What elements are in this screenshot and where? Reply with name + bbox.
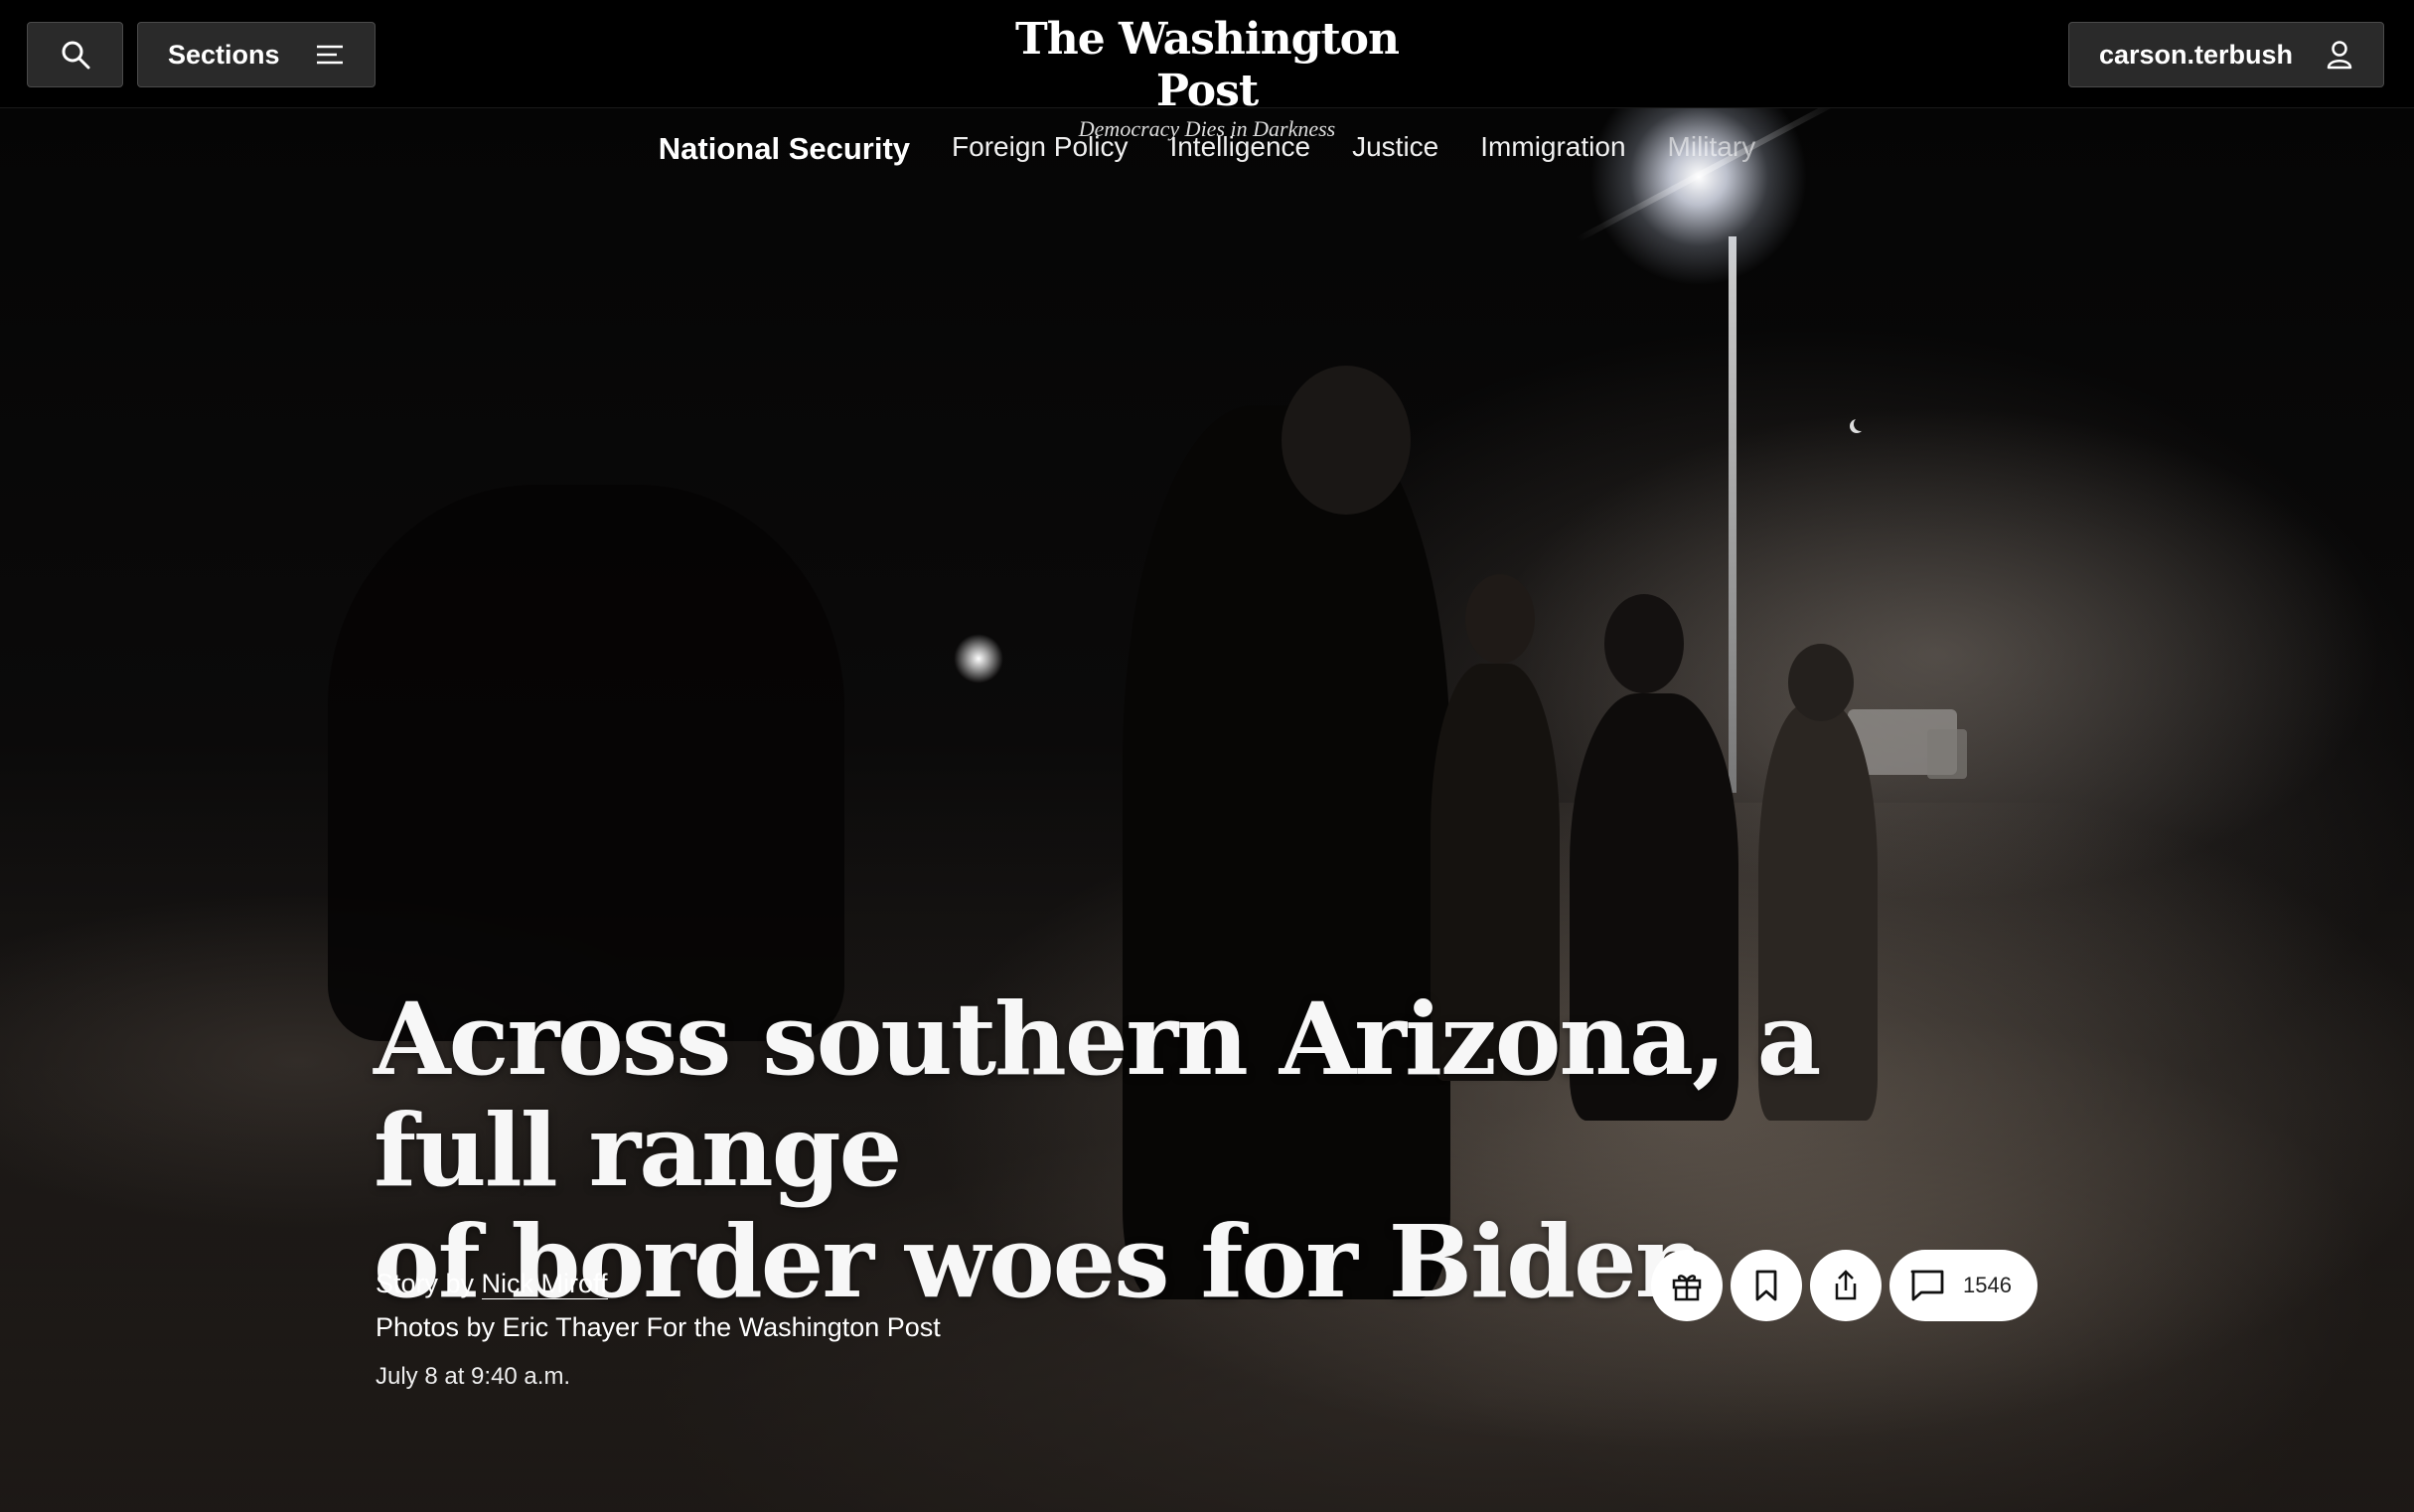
nav-national-security[interactable]: National Security (659, 131, 910, 167)
person-head (1604, 594, 1684, 693)
section-nav: National Security Foreign Policy Intelli… (0, 131, 2414, 167)
bookmark-button[interactable] (1731, 1250, 1802, 1321)
comment-icon (1909, 1269, 1945, 1302)
bookmark-icon (1752, 1269, 1780, 1302)
gift-article-button[interactable] (1651, 1250, 1723, 1321)
author-link[interactable]: Nick Miroff (481, 1269, 608, 1299)
distant-vehicle-2 (1927, 729, 1967, 779)
dark-figure (328, 485, 844, 1041)
gift-icon (1670, 1269, 1704, 1302)
story-prefix: Story by (376, 1269, 482, 1298)
account-username: carson.terbush (2099, 39, 2294, 70)
photo-credit: Photos by Eric Thayer For the Washington… (376, 1312, 941, 1342)
menu-lines-icon (315, 43, 345, 67)
child-head (1788, 644, 1854, 721)
story-byline: Story by Nick Miroff (376, 1262, 941, 1305)
masthead[interactable]: The Washington Post Democracy Dies in Da… (959, 14, 1455, 141)
nav-intelligence[interactable]: Intelligence (1169, 131, 1310, 167)
publish-date: July 8 at 9:40 a.m. (376, 1363, 571, 1390)
street-lamp-pole (1729, 236, 1736, 793)
sections-button[interactable]: Sections (137, 22, 376, 87)
share-icon (1829, 1269, 1863, 1302)
top-bar: Sections The Washington Post Democracy D… (0, 0, 2414, 141)
comments-button[interactable]: 1546 (1889, 1250, 2037, 1321)
search-button[interactable] (27, 22, 123, 87)
nav-foreign-policy[interactable]: Foreign Policy (952, 131, 1128, 167)
search-icon (61, 40, 90, 70)
nav-military[interactable]: Military (1668, 131, 1756, 167)
comment-count: 1546 (1963, 1273, 2012, 1297)
distant-light (954, 634, 1003, 683)
nav-immigration[interactable]: Immigration (1480, 131, 1625, 167)
sections-label: Sections (168, 39, 280, 70)
article-page: Sections The Washington Post Democracy D… (0, 0, 2414, 1512)
person-head (1465, 574, 1535, 664)
account-button[interactable]: carson.terbush (2068, 22, 2384, 87)
byline: Story by Nick Miroff Photos by Eric Thay… (376, 1262, 941, 1349)
person-head (1282, 366, 1411, 515)
user-icon (2326, 40, 2353, 70)
share-button[interactable] (1810, 1250, 1882, 1321)
headline-line-1: Across southern Arizona, a full range (374, 981, 1821, 1209)
article-actions: 1546 (1651, 1250, 2037, 1321)
moon (1854, 417, 1868, 431)
nav-justice[interactable]: Justice (1352, 131, 1438, 167)
masthead-logo: The Washington Post (1014, 14, 1400, 116)
